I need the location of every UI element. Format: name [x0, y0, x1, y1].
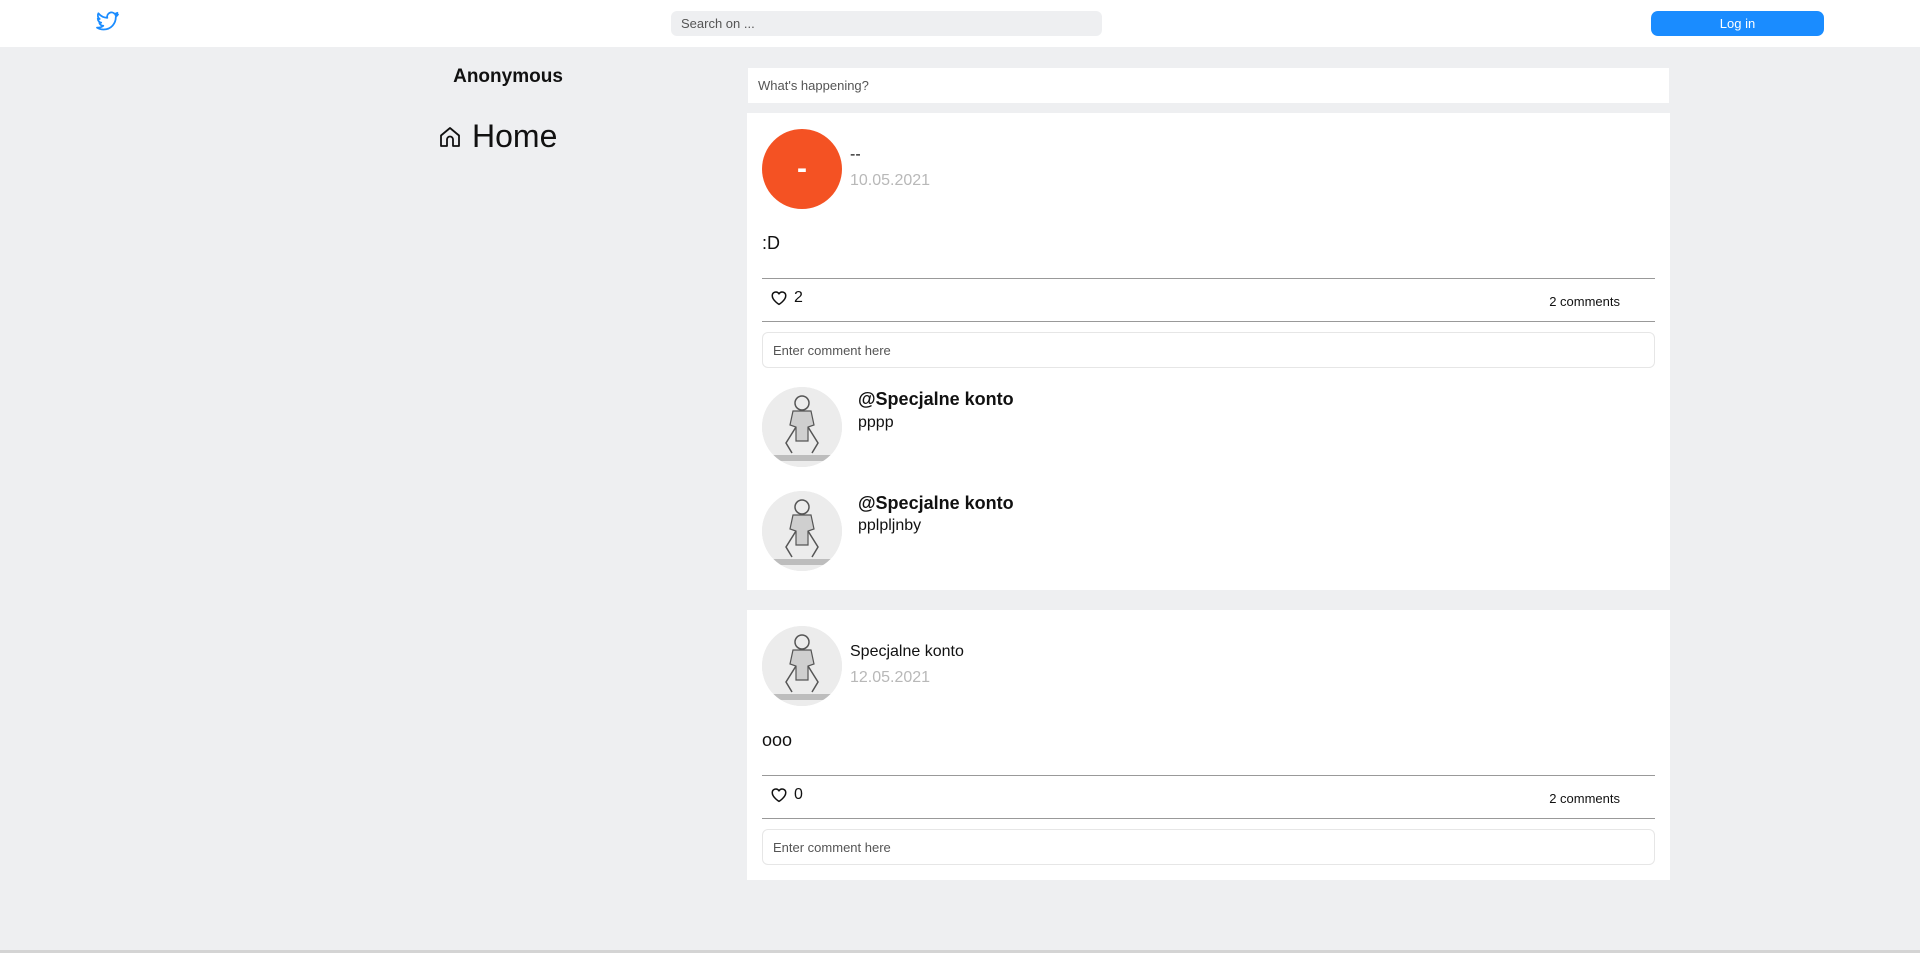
comment-text: pppp	[858, 414, 894, 431]
home-icon	[440, 126, 460, 147]
post-body: ooo	[762, 730, 793, 750]
avatar[interactable]	[762, 626, 842, 706]
post-date: 12.05.2021	[850, 669, 931, 686]
comment-author[interactable]: @Specjalne konto	[858, 493, 1014, 514]
post-date: 10.05.2021	[850, 172, 931, 189]
like-count: 2	[794, 289, 803, 306]
post-author[interactable]: --	[850, 146, 861, 164]
person-sketch-image	[762, 626, 842, 706]
search-input[interactable]	[671, 11, 1102, 36]
avatar[interactable]	[762, 387, 842, 467]
like-button[interactable]: 2	[770, 289, 803, 307]
like-count: 0	[794, 786, 803, 803]
avatar[interactable]	[762, 491, 842, 571]
post-card: Specjalne konto 12.05.2021 ooo 0 2 comme…	[747, 610, 1670, 880]
comment-author[interactable]: @Specjalne konto	[858, 389, 1014, 410]
post-action-bar: 0 2 comments	[762, 775, 1655, 819]
twitter-bird-icon[interactable]	[95, 10, 121, 34]
like-button[interactable]: 0	[770, 786, 803, 804]
post-action-bar: 2 2 comments	[762, 278, 1655, 322]
compose-input[interactable]	[748, 68, 1669, 103]
top-bar: Log in	[0, 0, 1920, 47]
comment-input[interactable]	[762, 829, 1655, 865]
heart-icon	[771, 291, 787, 306]
post-card: - -- 10.05.2021 :D 2 2 comments @Specjal…	[747, 113, 1670, 590]
person-sketch-image	[762, 491, 842, 571]
comments-count-link[interactable]: 2 comments	[1549, 791, 1620, 806]
sidebar-item-label: Home	[472, 118, 558, 154]
comment-text: pplpljnby	[858, 517, 922, 534]
post-body: :D	[762, 233, 780, 253]
post-author[interactable]: Specjalne konto	[850, 643, 964, 661]
avatar[interactable]: -	[762, 129, 842, 209]
comments-count-link[interactable]: 2 comments	[1549, 294, 1620, 309]
sidebar-username: Anonymous	[453, 66, 563, 87]
comment-input[interactable]	[762, 332, 1655, 368]
sidebar-item-home[interactable]: Home	[438, 118, 557, 155]
login-button[interactable]: Log in	[1651, 11, 1824, 36]
person-sketch-image	[762, 387, 842, 467]
heart-icon	[771, 788, 787, 803]
